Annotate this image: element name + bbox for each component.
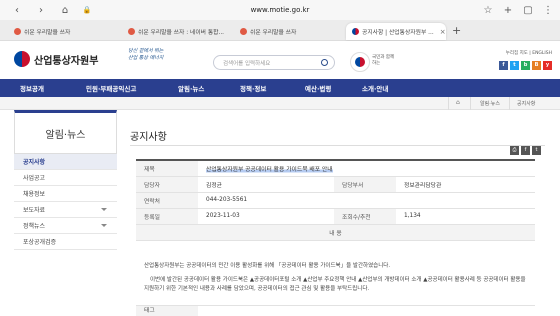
new-tab-icon[interactable]: + xyxy=(502,3,514,17)
nav-item-complaints[interactable]: 민원·부패공익신고 xyxy=(86,83,136,93)
nav-item-policy[interactable]: 정책·정보 xyxy=(240,83,266,93)
main-content: 공지사항 ⎙ f t 제목 산업통상자원부 공공데이터 활용 가이드북 배포 안… xyxy=(130,110,545,316)
page-title: 공지사항 xyxy=(130,132,167,143)
ministry-logo[interactable]: 산업통상자원부 xyxy=(14,51,98,67)
twitter-share-icon[interactable]: t xyxy=(532,146,541,155)
subject-value: 산업통상자원부 공공데이터 활용 가이드북 배포 안내 xyxy=(198,159,535,177)
views-value: 1,134 xyxy=(396,208,535,225)
tab-strip: 쉬운 우리말을 쓰자 쉬운 우리말을 쓰자 : 네이버 통합... 쉬운 우리말… xyxy=(0,20,560,41)
breadcrumb-item[interactable]: 알림·뉴스 xyxy=(480,100,500,107)
chevron-down-icon[interactable] xyxy=(101,224,107,227)
breadcrumb-divider xyxy=(509,97,510,110)
browser-tab[interactable]: 쉬운 우리말을 쓰자 xyxy=(14,24,100,38)
body-paragraph: 이번에 발간된 공공데이터 활용 가이드북은 ▲공공데이터포털 소개 ▲산업부 … xyxy=(144,277,526,292)
top-links[interactable]: 누리집 지도 | ENGLISH xyxy=(506,50,552,56)
tab-favicon-icon xyxy=(14,27,21,35)
notice-body: 산업통상자원부는 공공데이터의 민간 이용 활성화를 위해 「공공데이터 활용 … xyxy=(144,262,529,294)
table-row: 제목 산업통상자원부 공공데이터 활용 가이드북 배포 안내 xyxy=(136,159,535,177)
twitter-icon[interactable]: t xyxy=(510,61,519,70)
search-input[interactable]: 검색어를 입력하세요 xyxy=(213,55,335,70)
subject-label: 제목 xyxy=(136,159,198,177)
sns-links: f t b B y xyxy=(499,61,552,70)
nav-item-about[interactable]: 소개·안내 xyxy=(362,83,388,93)
tag-label: 태그 xyxy=(136,306,198,316)
sidebar-item-recruit[interactable]: 채용정보 xyxy=(14,186,117,202)
taegeuk-logo-icon xyxy=(14,51,30,67)
print-icon[interactable]: ⎙ xyxy=(510,146,519,155)
national-emblem xyxy=(350,52,370,72)
home-icon[interactable]: ⌂ xyxy=(456,99,460,106)
address-bar[interactable]: www.motie.go.kr xyxy=(0,6,560,14)
bookmark-star-icon[interactable]: ☆ xyxy=(482,3,494,17)
tab-count-icon[interactable]: ▢ xyxy=(522,3,534,17)
sidebar-item-award[interactable]: 포상공개검증 xyxy=(14,234,117,250)
browser-tab[interactable]: 쉬운 우리말을 쓰자 xyxy=(240,24,332,38)
browser-tab-active[interactable]: 공지사항 | 산업통상자원부 ... × xyxy=(346,23,446,40)
tab-favicon-icon xyxy=(128,27,135,35)
site-header: 산업통상자원부 당신 곁에서 뛰는 산업 통상 에너지 검색어를 입력하세요 국… xyxy=(0,41,560,79)
close-tab-icon[interactable]: × xyxy=(440,28,446,36)
chevron-down-icon[interactable] xyxy=(101,208,107,211)
sidebar-title: 알림·뉴스 xyxy=(14,110,117,154)
search-icon[interactable] xyxy=(321,59,328,66)
sidebar-item-business[interactable]: 사업공고 xyxy=(14,170,117,186)
main-nav: 정보공개 민원·부패공익신고 알림·뉴스 정책·정보 예산·법령 소개·안내 xyxy=(0,79,560,97)
table-row: 내 용 xyxy=(136,224,535,241)
table-row: 연락처 044-203-5561 xyxy=(136,192,535,209)
author-value: 김정균 xyxy=(198,176,334,193)
nav-item-info[interactable]: 정보공개 xyxy=(20,83,44,93)
menu-icon[interactable]: ⋮ xyxy=(542,3,554,17)
contact-label: 연락처 xyxy=(136,192,198,209)
taegeuk-icon xyxy=(355,57,365,67)
facebook-icon[interactable]: f xyxy=(499,61,508,70)
breadcrumb-item[interactable]: 공지사항 xyxy=(517,100,535,107)
views-label: 조회수/추천 xyxy=(334,208,396,225)
breadcrumb: ⌂ 알림·뉴스 공지사항 xyxy=(0,97,560,110)
tab-favicon-icon xyxy=(352,28,359,35)
add-tab-icon[interactable]: + xyxy=(452,24,461,37)
band-icon[interactable]: B xyxy=(532,61,541,70)
tab-favicon-icon xyxy=(240,27,247,35)
tag-row: 태그 xyxy=(136,305,535,316)
author-label: 담당자 xyxy=(136,176,198,193)
table-row: 담당자 김정균 담당부서 정보관리담당관 xyxy=(136,176,535,193)
date-label: 등록일 xyxy=(136,208,198,225)
breadcrumb-divider xyxy=(448,97,449,110)
date-value: 2023-11-03 xyxy=(198,208,334,225)
nav-item-budget[interactable]: 예산·법령 xyxy=(305,83,331,93)
facebook-share-icon[interactable]: f xyxy=(521,146,530,155)
browser-toolbar: ‹ › ⌂ 🔒 www.motie.go.kr ☆ + ▢ ⋮ xyxy=(0,0,560,20)
dept-value: 정보관리담당관 xyxy=(396,176,535,193)
table-row: 등록일 2023-11-03 조회수/추천 1,134 xyxy=(136,208,535,225)
content-header: 내 용 xyxy=(136,224,535,241)
sidebar-item-press[interactable]: 보도자료 xyxy=(14,202,117,218)
breadcrumb-divider xyxy=(470,97,471,110)
contact-value: 044-203-5561 xyxy=(198,192,535,209)
dept-label: 담당부서 xyxy=(334,176,396,193)
blog-icon[interactable]: b xyxy=(521,61,530,70)
nav-item-news[interactable]: 알림·뉴스 xyxy=(178,83,204,93)
slogan: 당신 곁에서 뛰는 산업 통상 에너지 xyxy=(128,48,164,61)
notice-detail-table: 제목 산업통상자원부 공공데이터 활용 가이드북 배포 안내 담당자 김정균 담… xyxy=(136,159,535,241)
gov-tagline: 국민과 함께하는 xyxy=(372,55,395,66)
divider xyxy=(130,145,545,146)
sidebar-item-policy-news[interactable]: 정책뉴스 xyxy=(14,218,117,234)
sidebar-item-notices[interactable]: 공지사항 xyxy=(14,154,117,170)
browser-tab[interactable]: 쉬운 우리말을 쓰자 : 네이버 통합... xyxy=(128,24,238,38)
youtube-icon[interactable]: y xyxy=(543,61,552,70)
body-paragraph: 산업통상자원부는 공공데이터의 민간 이용 활성화를 위해 「공공데이터 활용 … xyxy=(144,263,391,269)
sidebar: 알림·뉴스 공지사항 사업공고 채용정보 보도자료 정책뉴스 포상공개검증 xyxy=(14,110,117,316)
article-tools: ⎙ f t xyxy=(510,146,541,155)
